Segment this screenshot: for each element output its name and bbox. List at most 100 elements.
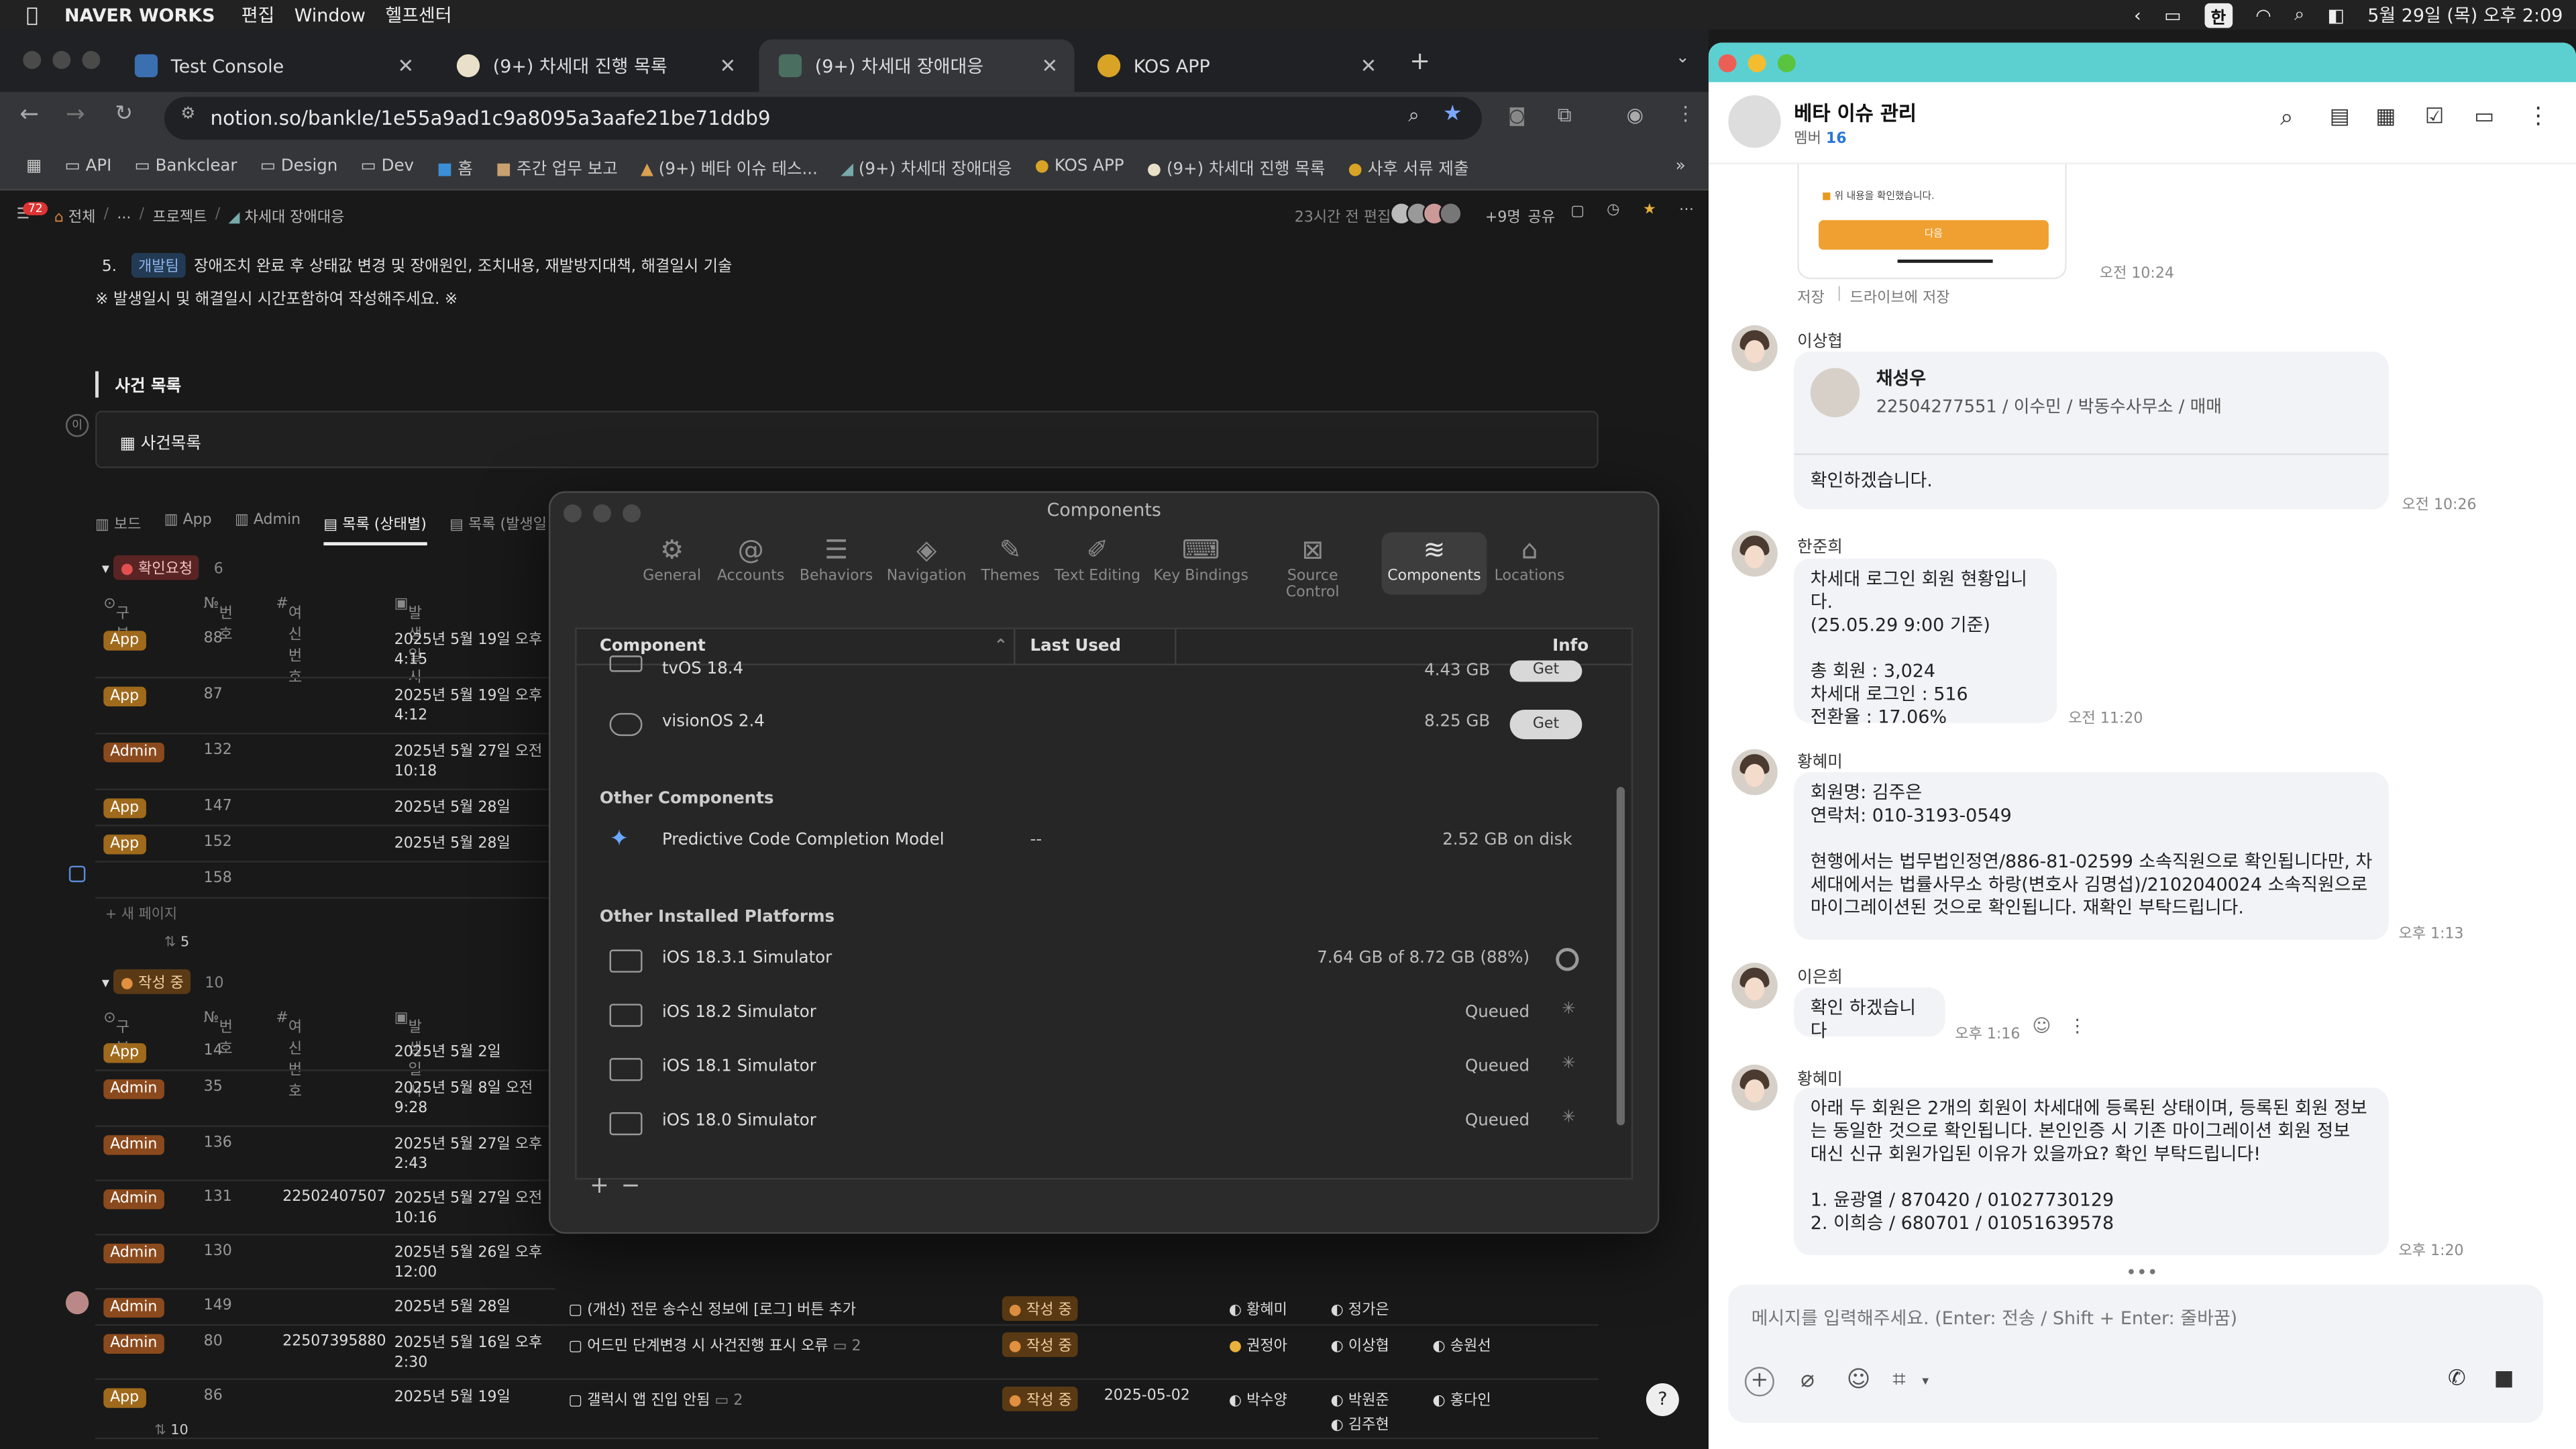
chevron-down-icon[interactable]: ▾: [1922, 1373, 1929, 1388]
table-row[interactable]: Admin 80 22507395880 2025년 5월 16일 오후 2:30 ▢…: [95, 1326, 1599, 1381]
task-check-icon[interactable]: ☑: [2425, 105, 2445, 130]
tab-search-chevron-icon[interactable]: ⌄: [1676, 49, 1690, 67]
toolbar-behaviors[interactable]: ☰ Behaviors: [787, 532, 885, 594]
close-icon[interactable]: ✕: [1360, 54, 1377, 77]
chat-minimize-button[interactable]: [1748, 54, 1766, 72]
chevron-left-icon[interactable]: ‹: [2134, 4, 2141, 25]
bookmark-dev[interactable]: ▭ Dev: [361, 158, 414, 176]
message-bubble[interactable]: 차세대 로그인 회원 현황입니다. (25.05.29 9:00 기준) 총 회…: [1794, 558, 2057, 728]
view-tab-admin[interactable]: ▥ Admin: [235, 513, 301, 545]
reload-icon[interactable]: ↻: [115, 102, 133, 127]
plus-icon[interactable]: +: [1744, 1366, 1774, 1397]
zoom-magnifier-icon[interactable]: ⌕: [1408, 103, 1419, 128]
avatar[interactable]: [1731, 963, 1778, 1009]
table-row[interactable]: App 86 2025년 5월 19일 ▢ 갤럭시 앱 진입 안됨 ▭ 2 ● 작성…: [95, 1380, 1599, 1440]
table-row[interactable]: App 88 2025년 5월 19일 오후 4:15: [95, 623, 555, 679]
new-tab-plus-icon[interactable]: +: [1409, 46, 1430, 76]
chat-close-button[interactable]: [1718, 54, 1737, 72]
view-tab-list-status[interactable]: ▤ 목록 (상태별): [323, 513, 427, 546]
callout-block[interactable]: ▦ 사건목록: [95, 411, 1599, 468]
video-call-icon[interactable]: ■: [2494, 1367, 2514, 1392]
phone-icon[interactable]: ✆: [2448, 1367, 2466, 1392]
save-link[interactable]: 저장: [1797, 286, 1825, 307]
tab-test-console[interactable]: Test Console ✕: [115, 40, 430, 92]
table-row[interactable]: App 14 2025년 5월 2일: [95, 1035, 555, 1071]
table-row[interactable]: Admin 130 2025년 5월 26일 오후 12:00: [95, 1236, 555, 1290]
bookmark-bankclear[interactable]: ▭ Bankclear: [135, 158, 237, 176]
more-menu-icon[interactable]: ⋮: [2527, 103, 2550, 129]
tab-next-gen-progress[interactable]: (9+) 차세대 진행 목록 ✕: [437, 40, 752, 92]
address-bar[interactable]: ⚙ notion.so/bankle/1e55a9ad1c9a8095a3aaf…: [164, 97, 1482, 140]
comment-marker-icon[interactable]: 이: [65, 414, 89, 437]
input-method-indicator[interactable]: 한: [2204, 2, 2233, 28]
avatar[interactable]: [1731, 749, 1778, 796]
group-header-writing[interactable]: ▾ ● 작성 중 10: [102, 969, 223, 994]
battery-icon[interactable]: ▭: [2164, 4, 2181, 25]
extensions-icon[interactable]: ⧉: [1558, 103, 1572, 128]
column-category[interactable]: ⊙ 구분: [103, 596, 129, 644]
breadcrumb-project[interactable]: 프로젝트: [152, 205, 207, 225]
group-header-confirm[interactable]: ▾ ● 확인요청 6: [102, 555, 223, 580]
new-page-button[interactable]: + 새 페이지: [105, 904, 177, 923]
share-button[interactable]: 공유: [1528, 205, 1556, 226]
menubar-clock[interactable]: 5월 29일 (목) 오후 2:09: [2367, 1, 2563, 28]
toolbar-key-bindings[interactable]: ⌨ Key Bindings: [1152, 532, 1250, 594]
simulator-row[interactable]: iOS 18.1 Simulator Queued ✳: [577, 1043, 1595, 1095]
row-title[interactable]: ▢ (개선) 전문 송수신 정보에 [로그] 버튼 추가: [568, 1298, 856, 1319]
site-info-icon[interactable]: ⚙: [180, 105, 195, 123]
apple-icon[interactable]: : [26, 3, 38, 26]
chat-title[interactable]: 베타 이슈 관리: [1794, 99, 1917, 127]
collaborator-avatars[interactable]: [1389, 202, 1462, 225]
message-bubble[interactable]: 아래 두 회원은 2개의 회원이 차세대에 등록된 상태이며, 등록된 회원 정…: [1794, 1087, 2389, 1256]
image-message[interactable]: ■ 위 내용을 확인했습니다. 다음: [1797, 164, 2067, 280]
spotlight-search-icon[interactable]: ⌕: [2294, 3, 2304, 26]
avatar[interactable]: [1731, 325, 1778, 372]
apps-grid-icon[interactable]: ▦: [26, 158, 42, 176]
sort-chevron-icon[interactable]: ⌃: [994, 637, 1008, 655]
message-input[interactable]: [1748, 1301, 2520, 1334]
row-title[interactable]: ▢ 갤럭시 앱 진입 안됨 ▭ 2: [568, 1388, 743, 1409]
save-to-drive-link[interactable]: 드라이브에 저장: [1850, 286, 1950, 307]
bookmark-api[interactable]: ▭ API: [65, 158, 112, 176]
collapse-triangle-icon[interactable]: ▾: [102, 976, 109, 992]
close-icon[interactable]: ✕: [398, 54, 415, 77]
stop-download-icon[interactable]: [1556, 948, 1579, 971]
paperclip-icon[interactable]: ⌀: [1801, 1367, 1815, 1393]
message-bubble[interactable]: 회원명: 김주은 연락처: 010-3193-0549 현행에서는 법무법인정연…: [1794, 772, 2389, 940]
breadcrumb-ellipsis[interactable]: ...: [117, 207, 131, 223]
breadcrumb-all[interactable]: ⌂ 전체: [54, 205, 96, 225]
menu-window[interactable]: Window: [294, 4, 366, 25]
more-bookmarks-icon[interactable]: »: [1676, 158, 1686, 176]
column-number[interactable]: № 번호: [204, 1010, 233, 1058]
tab-kos-app[interactable]: KOS APP ✕: [1078, 40, 1393, 92]
bookmark-weekly-report[interactable]: ■ 주간 업무 보고: [496, 154, 618, 179]
table-row[interactable]: App 152 2025년 5월 28일: [95, 826, 555, 863]
close-icon[interactable]: ✕: [720, 54, 737, 77]
calendar-icon[interactable]: ▦: [2375, 105, 2396, 130]
page-more-icon[interactable]: ⋯: [1679, 202, 1694, 218]
breadcrumb-current[interactable]: ◢ 차세대 장애대응: [228, 205, 344, 225]
chat-zoom-button[interactable]: [1777, 54, 1796, 72]
column-loan-number[interactable]: # 여신번호: [276, 596, 302, 687]
simulator-row[interactable]: iOS 18.3.1 Simulator 7.64 GB of 8.72 GB (…: [577, 934, 1595, 987]
member-count[interactable]: 멤버 16: [1794, 127, 1846, 148]
comment-icon[interactable]: ▢: [1570, 204, 1585, 220]
column-date[interactable]: ▣ 발생일시: [394, 1010, 422, 1101]
platform-row-tvos[interactable]: tvOS 18.4 4.43 GB Get: [577, 655, 1595, 688]
bookmark-beta-issue[interactable]: ▲ (9+) 베타 이슈 테스...: [641, 154, 818, 179]
folder-icon[interactable]: ▭: [2474, 105, 2494, 130]
avatar[interactable]: [1731, 1064, 1778, 1111]
get-button[interactable]: Get: [1509, 660, 1582, 682]
table-row[interactable]: 158: [95, 863, 555, 899]
tab-next-gen-incident[interactable]: (9+) 차세대 장애대응 ✕: [759, 39, 1075, 93]
app-menu[interactable]: NAVER WORKS: [64, 4, 215, 25]
row-title[interactable]: ▢ 어드민 단계변경 시 사건진행 표시 오류 ▭ 2: [568, 1334, 861, 1355]
menu-help[interactable]: 헬프센터: [385, 1, 451, 28]
toolbar-source-control[interactable]: ⊠ Source Control: [1263, 532, 1362, 601]
notes-icon[interactable]: ▤: [2330, 105, 2350, 130]
close-button[interactable]: [23, 50, 42, 69]
add-reaction-icon[interactable]: ☺: [2032, 1015, 2051, 1036]
table-row[interactable]: Admin 149 2025년 5월 28일 ▢ (개선) 전문 송수신 정보에 […: [95, 1289, 1599, 1326]
simulator-row[interactable]: iOS 18.0 Simulator Queued ✳: [577, 1097, 1595, 1150]
more-people[interactable]: +9명: [1485, 205, 1521, 226]
